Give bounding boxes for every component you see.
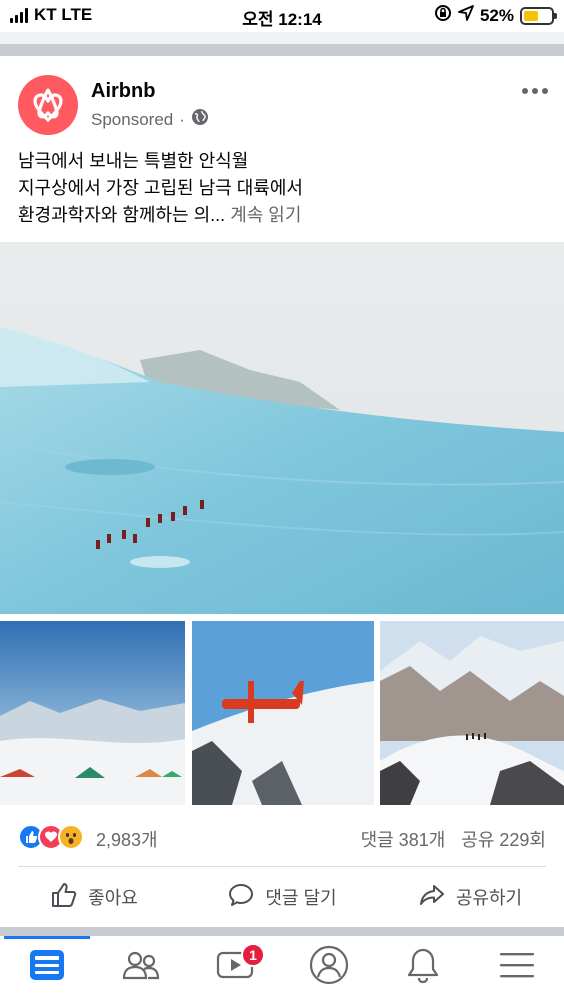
sponsored-label[interactable]: Sponsored (91, 110, 173, 130)
photo-thumbnail[interactable] (192, 621, 374, 805)
separator-dot: · (179, 109, 185, 129)
friends-icon (122, 949, 160, 986)
profile-icon (309, 945, 349, 990)
sponsored-line: Sponsored · (91, 108, 209, 131)
post-header: Airbnb Sponsored · 남극에서 보내는 특별한 안식월 지구상에… (0, 56, 564, 241)
comment-label: 댓글 달기 (265, 888, 337, 908)
tab-notifications[interactable] (376, 936, 470, 999)
tab-friends[interactable] (94, 936, 188, 999)
tab-watch[interactable]: 1 (188, 936, 282, 999)
airbnb-logo-icon (33, 88, 63, 122)
post-text-line: 환경과학자와 함께하는 의... (18, 205, 226, 225)
location-arrow-icon (458, 5, 474, 26)
comment-button[interactable]: 댓글 달기 (188, 867, 376, 927)
page-name[interactable]: Airbnb (91, 80, 155, 103)
main-photo[interactable] (0, 242, 564, 614)
like-button[interactable]: 좋아요 (0, 867, 188, 927)
feed-separator (0, 927, 564, 936)
share-button[interactable]: 공유하기 (376, 867, 564, 927)
reaction-summary[interactable]: 2,983개 댓글 381개 공유 229회 (0, 806, 564, 868)
see-more-link[interactable]: 계속 읽기 (230, 205, 301, 225)
watch-notification-badge: 1 (241, 943, 265, 967)
menu-icon (499, 951, 535, 984)
post-actions: 좋아요 댓글 달기 공유하기 (0, 867, 564, 927)
photo-gap (0, 614, 564, 621)
globe-icon (191, 108, 209, 131)
share-arrow-icon (418, 881, 446, 914)
carrier-label: KT LTE (34, 5, 93, 24)
battery-icon (520, 6, 557, 25)
bottom-tab-bar: 1 (0, 936, 564, 999)
tab-news-feed[interactable] (0, 936, 94, 999)
page-avatar[interactable] (18, 75, 78, 135)
share-count[interactable]: 공유 229회 (461, 826, 546, 852)
rotation-lock-icon (434, 4, 452, 27)
feed-background (0, 32, 564, 44)
tab-profile[interactable] (282, 936, 376, 999)
signal-icon (10, 7, 28, 23)
post-text-line: 지구상에서 가장 고립된 남극 대륙에서 (18, 178, 303, 198)
post-text-line: 남극에서 보내는 특별한 안식월 (18, 151, 249, 171)
more-options-icon[interactable] (522, 88, 548, 94)
post-text: 남극에서 보내는 특별한 안식월 지구상에서 가장 고립된 남극 대륙에서 환경… (18, 148, 548, 229)
reaction-count[interactable]: 2,983개 (96, 826, 158, 852)
photo-thumbnail[interactable] (0, 621, 185, 805)
thumbs-up-icon (50, 881, 78, 914)
feed-separator (0, 44, 564, 56)
comment-count[interactable]: 댓글 381개 (361, 826, 446, 852)
like-label: 좋아요 (88, 888, 138, 908)
tab-menu[interactable] (470, 936, 564, 999)
share-label: 공유하기 (455, 888, 523, 908)
photo-thumbnail[interactable] (380, 621, 564, 805)
battery-percent: 52% (479, 5, 514, 25)
notifications-icon (406, 946, 440, 989)
status-bar: 오전 12:14 KT LTE 52% (0, 0, 564, 32)
news-feed-icon (29, 949, 65, 986)
comment-bubble-icon (227, 881, 255, 914)
wow-reaction-icon (58, 824, 84, 850)
